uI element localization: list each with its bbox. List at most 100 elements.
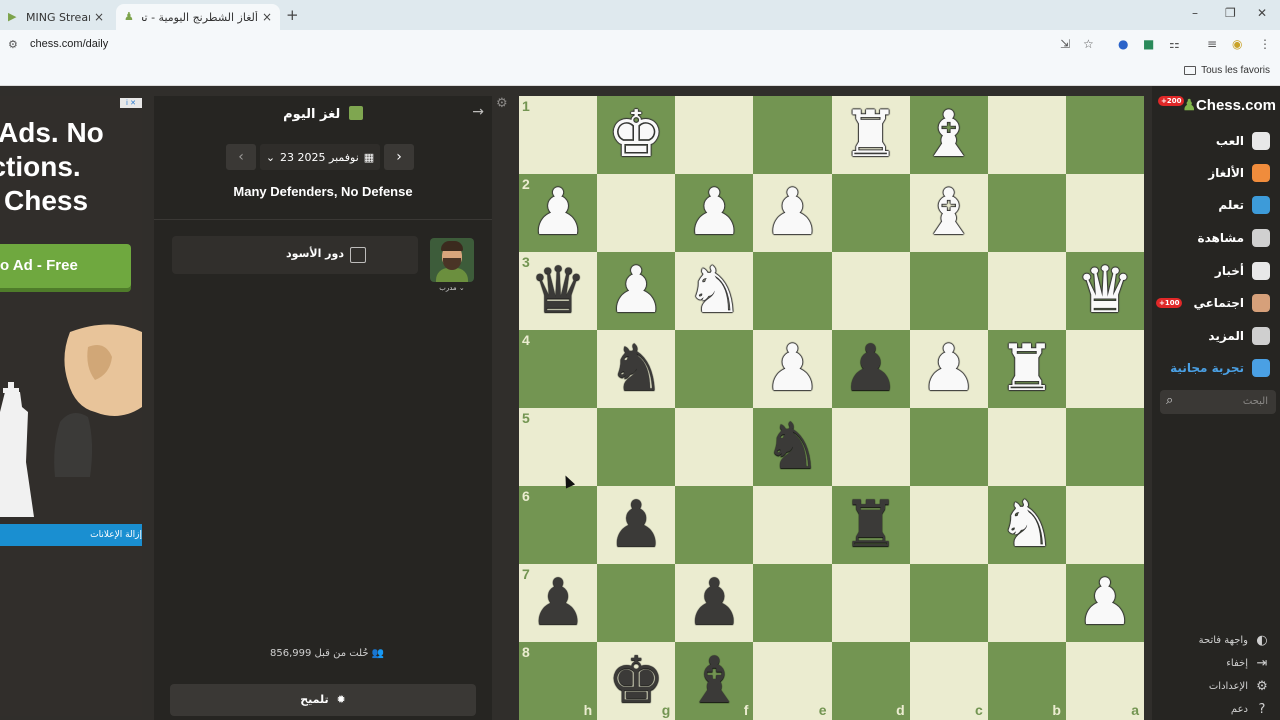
square-d2[interactable] xyxy=(831,174,910,252)
extensions-puzzle-icon[interactable]: ⚏ xyxy=(1169,37,1180,51)
square-b5[interactable] xyxy=(987,408,1066,486)
browser-menu-icon[interactable]: ⋮ xyxy=(1259,37,1271,51)
square-h1[interactable]: 1 xyxy=(519,96,598,174)
all-bookmarks-folder[interactable]: Tous les favoris xyxy=(1184,65,1270,76)
white-piece-c1[interactable]: ♝ xyxy=(910,96,988,174)
site-settings-icon[interactable]: ⚙ xyxy=(8,38,18,51)
extension-icon[interactable]: ■ xyxy=(1143,37,1154,51)
square-g7[interactable] xyxy=(597,564,676,642)
square-e8[interactable]: e xyxy=(753,642,832,720)
coach-avatar[interactable]: مدرب ⌄ xyxy=(430,238,474,294)
square-h8[interactable]: 8h xyxy=(519,642,598,720)
square-f1[interactable] xyxy=(675,96,754,174)
browser-tab-stream[interactable]: ▶ MING Stream - Watch L × xyxy=(0,4,112,30)
white-piece-c4[interactable]: ♟ xyxy=(910,330,988,408)
nav-item-social[interactable]: اجتماعي xyxy=(1193,292,1270,314)
sidebar-footer-item[interactable]: واجهة فاتحة ◐ xyxy=(1199,631,1270,649)
square-e6[interactable] xyxy=(753,486,832,564)
white-piece-a7[interactable]: ♟ xyxy=(1066,564,1144,642)
profile-avatar[interactable]: ◉ xyxy=(1232,37,1242,51)
nav-item-puzzle[interactable]: الألغاز xyxy=(1208,162,1270,184)
square-a1[interactable] xyxy=(1065,96,1144,174)
remove-ads-button[interactable]: إزالة الإعلانات xyxy=(0,524,142,546)
sidebar-footer-item[interactable]: إخفاء ⇥ xyxy=(1226,654,1270,672)
new-tab-button[interactable]: + xyxy=(286,6,299,24)
nav-item-more[interactable]: المزيد xyxy=(1208,325,1270,347)
square-a6[interactable] xyxy=(1065,486,1144,564)
next-date-button[interactable]: › xyxy=(384,144,414,170)
square-f5[interactable] xyxy=(675,408,754,486)
previous-date-button[interactable]: ‹ xyxy=(226,144,256,170)
square-a2[interactable] xyxy=(1065,174,1144,252)
tab-close-icon[interactable]: × xyxy=(90,10,104,24)
tab-close-icon[interactable]: × xyxy=(258,10,272,24)
square-b7[interactable] xyxy=(987,564,1066,642)
black-piece-d6[interactable]: ♜ xyxy=(832,486,910,564)
black-piece-h3[interactable]: ♛ xyxy=(519,252,597,330)
square-d3[interactable] xyxy=(831,252,910,330)
ad-choices-icon[interactable]: i ✕ xyxy=(120,98,142,108)
chess-board[interactable]: 1 2 3 4 5 6 7 8 h g f e d c b a ♚ ♜ ♝ ♟ ♟ ♟ ♝ ♛ ♟ ♞ ♛ ♞ ♟ ♟ ♟ ♜ ♞ ♟ ♜ ♞ ♟ ♟ ♟ ♚… xyxy=(519,96,1144,720)
black-piece-e5[interactable]: ♞ xyxy=(753,408,831,486)
ad-cta-button[interactable]: o Ad - Free xyxy=(0,244,131,288)
square-c3[interactable] xyxy=(909,252,988,330)
square-h6[interactable]: 6 xyxy=(519,486,598,564)
square-b2[interactable] xyxy=(987,174,1066,252)
black-piece-f8[interactable]: ♝ xyxy=(675,642,753,720)
search-input[interactable]: ⌕ البحث xyxy=(1160,390,1276,414)
square-a4[interactable] xyxy=(1065,330,1144,408)
square-b8[interactable]: b xyxy=(987,642,1066,720)
black-piece-d4[interactable]: ♟ xyxy=(832,330,910,408)
restore-button[interactable]: ❐ xyxy=(1225,6,1236,20)
square-c6[interactable] xyxy=(909,486,988,564)
url-field[interactable]: chess.com/daily xyxy=(30,38,108,50)
square-c8[interactable]: c xyxy=(909,642,988,720)
hint-button[interactable]: تلميح ✹ xyxy=(170,684,476,716)
black-piece-f7[interactable]: ♟ xyxy=(675,564,753,642)
nav-item-news[interactable]: أخبار xyxy=(1215,260,1270,282)
square-d8[interactable]: d xyxy=(831,642,910,720)
white-piece-f3[interactable]: ♞ xyxy=(675,252,753,330)
white-piece-c2[interactable]: ♝ xyxy=(910,174,988,252)
square-b1[interactable] xyxy=(987,96,1066,174)
white-piece-b6[interactable]: ♞ xyxy=(988,486,1066,564)
white-piece-f2[interactable]: ♟ xyxy=(675,174,753,252)
bookmark-star-icon[interactable]: ☆ xyxy=(1083,37,1094,51)
square-e1[interactable] xyxy=(753,96,832,174)
white-piece-g3[interactable]: ♟ xyxy=(597,252,675,330)
black-piece-g8[interactable]: ♚ xyxy=(597,642,675,720)
sidebar-footer-item[interactable]: دعم? xyxy=(1231,700,1270,718)
white-piece-e2[interactable]: ♟ xyxy=(753,174,831,252)
white-piece-d1[interactable]: ♜ xyxy=(832,96,910,174)
sidebar-footer-item[interactable]: الإعدادات ⚙ xyxy=(1209,677,1270,695)
square-f4[interactable] xyxy=(675,330,754,408)
browser-tab-chess[interactable]: ♟ ألغاز الشطرنج اليومية - تحدي الك × xyxy=(116,4,280,30)
install-app-icon[interactable]: ⇲ xyxy=(1060,37,1070,51)
minimize-button[interactable]: – xyxy=(1192,6,1198,20)
nav-item-learn[interactable]: تعلم xyxy=(1218,194,1270,216)
white-piece-g1[interactable]: ♚ xyxy=(597,96,675,174)
square-b3[interactable] xyxy=(987,252,1066,330)
black-piece-h7[interactable]: ♟ xyxy=(519,564,597,642)
square-g5[interactable] xyxy=(597,408,676,486)
media-controls-icon[interactable]: ≡ xyxy=(1207,37,1217,51)
chess-com-logo[interactable]: ♟Chess.com xyxy=(1183,96,1277,114)
white-piece-e4[interactable]: ♟ xyxy=(753,330,831,408)
extension-icon[interactable]: ● xyxy=(1118,37,1128,51)
close-window-button[interactable]: ✕ xyxy=(1257,6,1267,20)
square-e3[interactable] xyxy=(753,252,832,330)
collapse-panel-arrow-icon[interactable]: → xyxy=(472,104,484,120)
nav-item-play[interactable]: العب xyxy=(1216,130,1270,152)
square-f6[interactable] xyxy=(675,486,754,564)
nav-item-watch[interactable]: مشاهدة xyxy=(1198,227,1270,249)
black-piece-g4[interactable]: ♞ xyxy=(597,330,675,408)
square-h5[interactable]: 5 xyxy=(519,408,598,486)
square-e7[interactable] xyxy=(753,564,832,642)
board-settings-gear-icon[interactable]: ⚙ xyxy=(496,96,508,111)
black-piece-g6[interactable]: ♟ xyxy=(597,486,675,564)
square-c7[interactable] xyxy=(909,564,988,642)
white-piece-h2[interactable]: ♟ xyxy=(519,174,597,252)
square-g2[interactable] xyxy=(597,174,676,252)
date-picker[interactable]: ⌄ 23 نوفمبر 2025 ▦ xyxy=(260,144,380,170)
square-c5[interactable] xyxy=(909,408,988,486)
